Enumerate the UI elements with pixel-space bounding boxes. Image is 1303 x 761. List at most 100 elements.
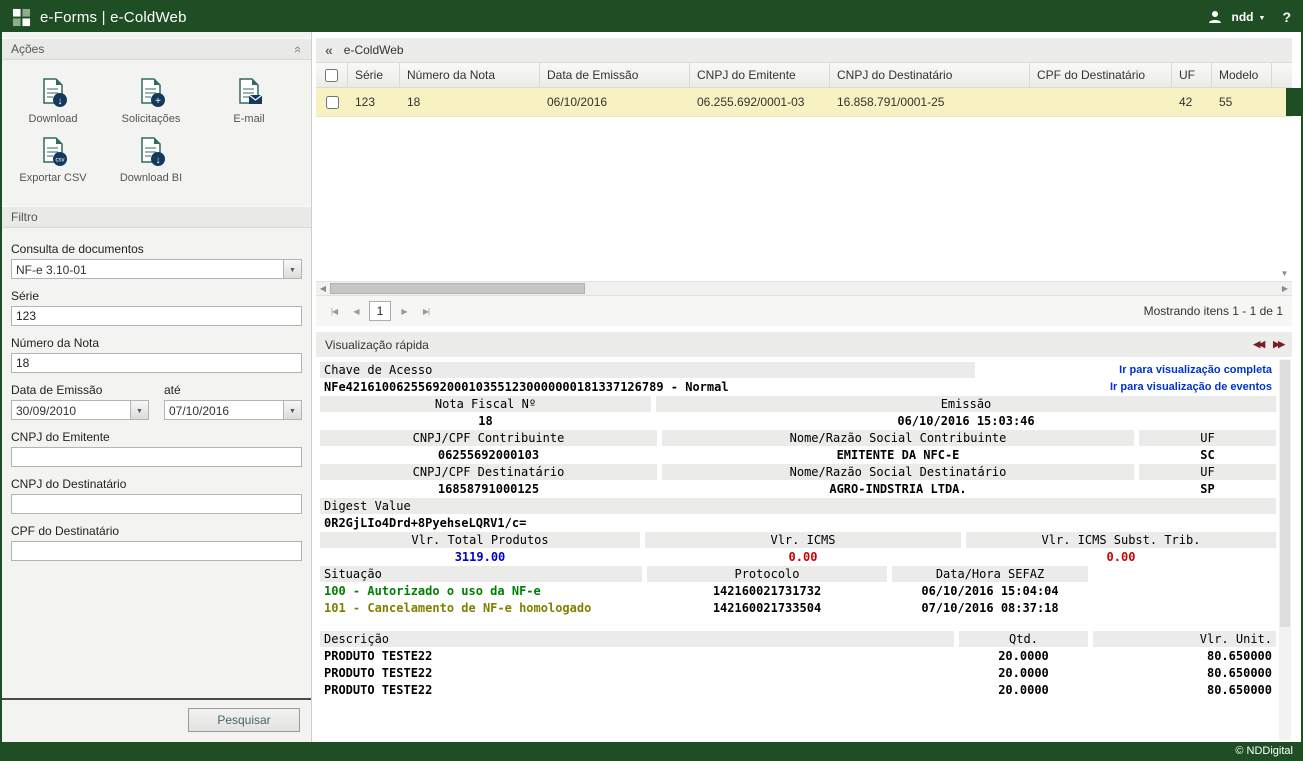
data-fim-dropdown-button[interactable]: ▼ — [283, 401, 301, 419]
user-name: ndd — [1232, 10, 1254, 24]
row-checkbox[interactable] — [326, 96, 339, 109]
table-row[interactable]: 123 18 06/10/2016 06.255.692/0001-03 16.… — [316, 88, 1292, 117]
last-page-button[interactable]: ▶| — [417, 302, 435, 320]
emissao-value: 06/10/2016 15:03:46 — [656, 413, 1276, 429]
help-button[interactable]: ? — [1282, 9, 1291, 25]
next-page-button[interactable]: ▶ — [395, 302, 413, 320]
serie-input[interactable] — [11, 306, 302, 326]
action-download[interactable]: ↓ Download — [4, 78, 102, 125]
copyright-text: © NDDigital — [1235, 745, 1293, 757]
vlr-unit-label: Vlr. Unit. — [1093, 631, 1276, 647]
column-header-numero[interactable]: Número da Nota — [400, 63, 540, 87]
horizontal-scroll-track[interactable] — [330, 282, 1278, 295]
action-solicitacoes[interactable]: + Solicitações — [102, 78, 200, 125]
sidebar: Ações « ↓ Download — [2, 32, 312, 742]
svg-text:csv: csv — [56, 158, 65, 164]
grid-panel-header: « e-ColdWeb — [316, 38, 1292, 62]
chevron-down-icon: ▼ — [1259, 15, 1266, 22]
numero-label: Número da Nota — [11, 336, 302, 350]
quickview-header: Visualização rápida ◀◀ ▶▶ — [316, 332, 1292, 357]
chevron-down-icon: ▼ — [289, 267, 296, 274]
action-email[interactable]: E-mail — [200, 78, 298, 125]
data-inicio-value: 30/09/2010 — [12, 401, 130, 419]
previous-page-button[interactable]: ◀ — [347, 302, 365, 320]
chave-acesso-value: NFe4216100625569200010355123000000018133… — [320, 379, 975, 395]
quickview-next-button[interactable]: ▶▶ — [1273, 339, 1283, 350]
cnpj-destinatario-input[interactable] — [11, 494, 302, 514]
column-header-cnpj-destinatario[interactable]: CNPJ do Destinatário — [830, 63, 1030, 87]
digest-value-label: Digest Value — [320, 498, 1276, 514]
consulta-select[interactable]: NF-e 3.10-01 ▼ — [11, 259, 302, 279]
quickview-previous-button[interactable]: ◀◀ — [1253, 339, 1263, 350]
scroll-left-button[interactable]: ◀ — [316, 284, 330, 293]
chevron-down-icon: ▼ — [136, 408, 143, 415]
scroll-right-button[interactable]: ▶ — [1278, 284, 1292, 293]
produto-qtd: 20.0000 — [959, 682, 1088, 698]
contribuinte-cnpj-label: CNPJ/CPF Contribuinte — [320, 430, 657, 446]
destinatario-cnpj-label: CNPJ/CPF Destinatário — [320, 464, 657, 480]
produto-vlr-unit: 80.650000 — [1093, 665, 1276, 681]
column-header-modelo[interactable]: Modelo — [1212, 63, 1272, 87]
destinatario-cnpj-value: 16858791000125 — [320, 481, 657, 497]
select-all-checkbox[interactable] — [325, 69, 338, 82]
vertical-scroll-down-button[interactable]: ▼ — [1277, 267, 1292, 280]
data-inicio-picker[interactable]: 30/09/2010 ▼ — [11, 400, 149, 420]
app-title: e-Forms | e-ColdWeb — [40, 9, 187, 26]
user-menu[interactable]: ndd ▼ — [1232, 10, 1266, 24]
column-header-data-emissao[interactable]: Data de Emissão — [540, 63, 690, 87]
link-visualizacao-eventos[interactable]: Ir para visualização de eventos — [980, 379, 1276, 395]
data-inicio-dropdown-button[interactable]: ▼ — [130, 401, 148, 419]
column-header-serie[interactable]: Série — [348, 63, 400, 87]
serie-label: Série — [11, 289, 302, 303]
consulta-dropdown-button[interactable]: ▼ — [283, 260, 301, 278]
datahora-sefaz-label: Data/Hora SEFAZ — [892, 566, 1088, 582]
action-exportar-csv[interactable]: csv Exportar CSV — [4, 137, 102, 184]
collapse-sidebar-icon[interactable]: « — [325, 42, 333, 58]
quickview-scroll-thumb[interactable] — [1280, 360, 1290, 627]
link-visualizacao-completa[interactable]: Ir para visualização completa — [980, 362, 1276, 378]
vlr-total-produtos-value: 3119.00 — [320, 549, 640, 565]
destinatario-uf-value: SP — [1139, 481, 1276, 497]
current-page-box[interactable]: 1 — [369, 301, 391, 321]
descricao-label: Descrição — [320, 631, 954, 647]
produto-descricao: PRODUTO TESTE22 — [320, 665, 954, 681]
cell-data-emissao: 06/10/2016 — [540, 88, 690, 116]
destinatario-nome-value: AGRO-INDSTRIA LTDA. — [662, 481, 1134, 497]
produto-vlr-unit: 80.650000 — [1093, 682, 1276, 698]
consulta-value: NF-e 3.10-01 — [12, 260, 283, 278]
cnpj-emitente-input[interactable] — [11, 447, 302, 467]
sidebar-footer: Pesquisar — [2, 698, 311, 742]
column-header-uf[interactable]: UF — [1172, 63, 1212, 87]
consulta-label: Consulta de documentos — [11, 242, 302, 256]
vlr-icms-label: Vlr. ICMS — [645, 532, 961, 548]
grid-title: e-ColdWeb — [344, 43, 404, 57]
produto-descricao: PRODUTO TESTE22 — [320, 648, 954, 664]
document-export-csv-icon: csv — [37, 137, 69, 167]
vlr-icms-st-value: 0.00 — [966, 549, 1276, 565]
datahora-sefaz-value: 07/10/2016 08:37:18 — [892, 600, 1088, 616]
first-page-button[interactable]: |◀ — [325, 302, 343, 320]
contribuinte-uf-label: UF — [1139, 430, 1276, 446]
data-fim-picker[interactable]: 07/10/2016 ▼ — [164, 400, 302, 420]
cpf-destinatario-input[interactable] — [11, 541, 302, 561]
document-email-icon — [233, 78, 265, 108]
table-body: 123 18 06/10/2016 06.255.692/0001-03 16.… — [316, 88, 1292, 281]
chave-acesso-label: Chave de Acesso — [320, 362, 975, 378]
numero-nota-input[interactable] — [11, 353, 302, 373]
contribuinte-cnpj-value: 06255692000103 — [320, 447, 657, 463]
horizontal-scroll-thumb[interactable] — [330, 283, 585, 294]
main-panel: « e-ColdWeb Série Número da Nota Data de… — [312, 32, 1301, 742]
column-header-cnpj-emitente[interactable]: CNPJ do Emitente — [690, 63, 830, 87]
contribuinte-nome-label: Nome/Razão Social Contribuinte — [662, 430, 1134, 446]
row-status-indicator — [1286, 88, 1301, 116]
vlr-icms-st-label: Vlr. ICMS Subst. Trib. — [966, 532, 1276, 548]
footer-bar: © NDDigital — [2, 742, 1301, 759]
cell-uf: 42 — [1172, 88, 1212, 116]
content-area: Ações « ↓ Download — [2, 32, 1301, 742]
actions-title: Ações — [11, 42, 44, 56]
pesquisar-button[interactable]: Pesquisar — [188, 708, 300, 732]
column-header-cpf-destinatario[interactable]: CPF do Destinatário — [1030, 63, 1172, 87]
quickview-scrollbar[interactable] — [1279, 359, 1291, 740]
action-download-bi[interactable]: ↓ Download BI — [102, 137, 200, 184]
collapse-actions-icon[interactable]: « — [291, 45, 306, 52]
